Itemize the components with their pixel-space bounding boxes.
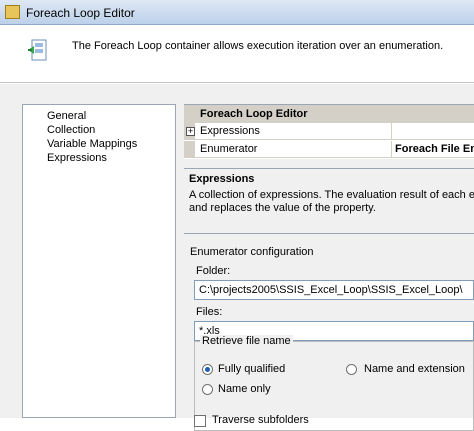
name-and-extension-label[interactable]: Name and extension: [364, 363, 465, 375]
folder-input[interactable]: C:\projects2005\SSIS_Excel_Loop\SSIS_Exc…: [194, 280, 474, 300]
description-title: Expressions: [189, 173, 255, 185]
enumerator-value[interactable]: Foreach File Enu: [395, 141, 474, 158]
row-gutter: +: [184, 123, 195, 140]
property-grid: Foreach Loop Editor + Expressions Enumer…: [184, 104, 474, 159]
traverse-subfolders-label[interactable]: Traverse subfolders: [212, 414, 309, 426]
nav-item-variable-mappings[interactable]: Variable Mappings: [47, 137, 175, 151]
property-value[interactable]: [395, 123, 474, 140]
header-description: The Foreach Loop container allows execut…: [72, 40, 444, 52]
name-only-radio[interactable]: [202, 384, 213, 395]
expand-icon[interactable]: +: [186, 127, 195, 136]
nav-item-general[interactable]: General: [47, 109, 175, 123]
description-line-2: and replaces the value of the property.: [189, 202, 376, 214]
grid-row-expressions[interactable]: + Expressions: [184, 123, 474, 140]
section-label: Enumerator configuration: [190, 246, 314, 258]
fully-qualified-label[interactable]: Fully qualified: [218, 363, 285, 375]
editor-header: The Foreach Loop container allows execut…: [0, 25, 474, 83]
name-and-extension-radio[interactable]: [346, 364, 357, 375]
app-icon: [5, 5, 20, 19]
description-line-1: A collection of expressions. The evaluat…: [189, 189, 474, 201]
page-list: General Collection Variable Mappings Exp…: [22, 104, 176, 418]
nav-item-expressions[interactable]: Expressions: [47, 151, 175, 165]
name-only-label[interactable]: Name only: [218, 383, 271, 395]
property-name: Enumerator: [200, 141, 392, 158]
title-bar: Foreach Loop Editor: [0, 0, 474, 25]
group-label: Retrieve file name: [200, 335, 293, 347]
property-name: Expressions: [200, 123, 392, 140]
traverse-subfolders-checkbox[interactable]: [194, 415, 206, 427]
nav-item-collection[interactable]: Collection: [47, 123, 175, 137]
fully-qualified-radio[interactable]: [202, 364, 213, 375]
grid-category: Foreach Loop Editor: [184, 105, 474, 123]
editor-body: General Collection Variable Mappings Exp…: [0, 84, 474, 431]
row-gutter: [184, 141, 195, 158]
foreach-loop-icon: [28, 39, 47, 61]
folder-label: Folder:: [196, 265, 231, 277]
property-description-panel: Expressions A collection of expressions.…: [184, 168, 474, 234]
files-label: Files:: [196, 306, 223, 318]
grid-category-label: Foreach Loop Editor: [200, 108, 308, 120]
grid-row-enumerator[interactable]: Enumerator Foreach File Enu: [184, 141, 474, 158]
window-title: Foreach Loop Editor: [26, 6, 135, 20]
collection-page: Foreach Loop Editor + Expressions Enumer…: [184, 104, 474, 431]
